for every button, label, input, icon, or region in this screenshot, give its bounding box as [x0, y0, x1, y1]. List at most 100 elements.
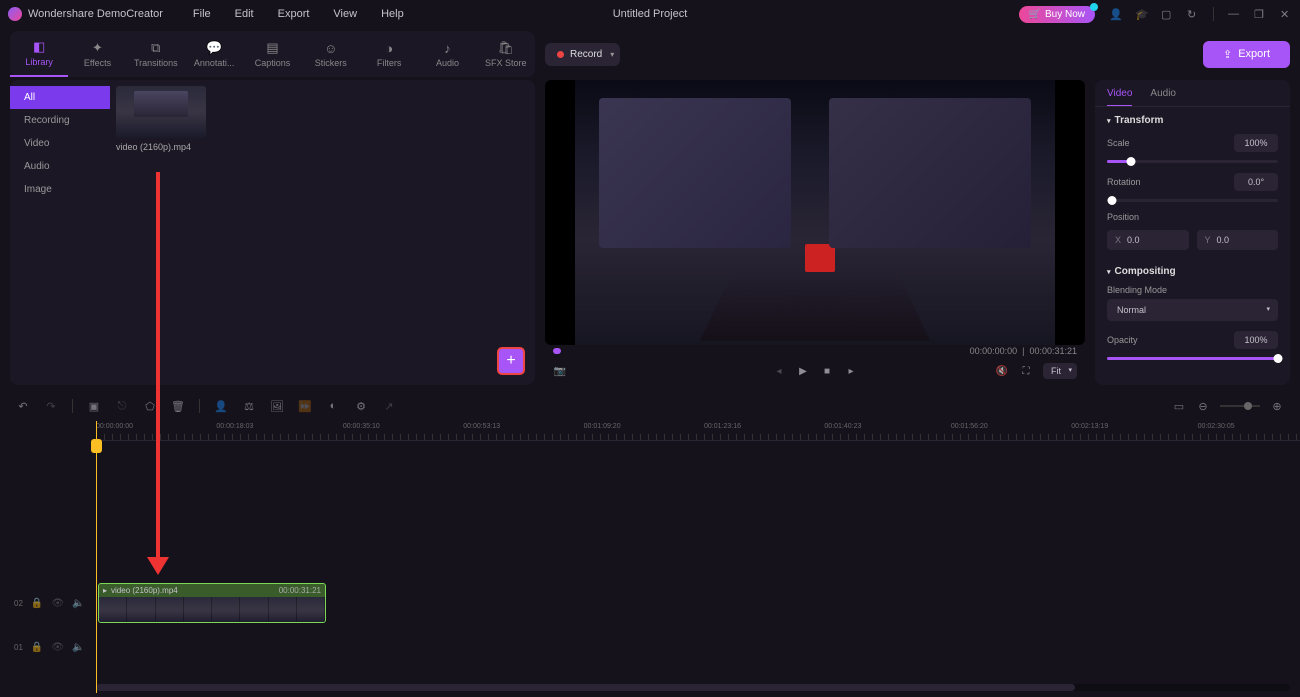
- sfxstore-icon: 🛍: [498, 40, 515, 56]
- prev-frame-icon[interactable]: ◂: [772, 364, 786, 378]
- inspector-tab-audio[interactable]: Audio: [1150, 88, 1176, 106]
- redo-icon[interactable]: ↷: [44, 400, 58, 413]
- lib-cat-recording[interactable]: Recording: [10, 109, 110, 132]
- visibility-icon[interactable]: 👁: [51, 642, 64, 653]
- menu-help[interactable]: Help: [381, 8, 404, 20]
- rotation-slider[interactable]: [1107, 199, 1278, 202]
- lock-icon[interactable]: 🔒: [31, 642, 43, 653]
- transform-header[interactable]: Transform: [1107, 115, 1278, 126]
- track-row-02: 02 🔒 👁 🔈 ▸ video (2160p).mp4 00:00:31:21: [0, 581, 1300, 625]
- zoom-slider[interactable]: [1220, 405, 1260, 407]
- tab-sfxstore[interactable]: 🛍SFX Store: [477, 31, 535, 77]
- lock-icon[interactable]: 🔒: [31, 598, 43, 609]
- menu-edit[interactable]: Edit: [235, 8, 254, 20]
- lib-cat-all[interactable]: All: [10, 86, 110, 109]
- play-icon[interactable]: ▶: [796, 364, 810, 378]
- maximize-icon[interactable]: ❐: [1254, 8, 1266, 20]
- track-body[interactable]: ▸ video (2160p).mp4 00:00:31:21: [96, 581, 1300, 625]
- scale-value[interactable]: 100%: [1234, 134, 1278, 152]
- tab-captions[interactable]: ▤Captions: [243, 31, 301, 77]
- menu-export[interactable]: Export: [278, 8, 310, 20]
- playhead[interactable]: [96, 421, 97, 693]
- zoom-out-icon[interactable]: ⊖: [1196, 400, 1210, 413]
- snapshot-icon[interactable]: 📷: [553, 364, 567, 378]
- ruler-mark: 00:01:40:23: [824, 423, 861, 430]
- lib-cat-image[interactable]: Image: [10, 178, 110, 201]
- adjust-icon[interactable]: ⚙: [354, 400, 368, 413]
- blend-mode-select[interactable]: Normal: [1107, 299, 1278, 321]
- track-body[interactable]: [96, 625, 1300, 669]
- account-icon[interactable]: 👤: [1109, 8, 1121, 20]
- stop-icon[interactable]: ■: [820, 364, 834, 378]
- voice-icon[interactable]: ⚖: [242, 400, 256, 413]
- split-icon[interactable]: ⎋: [115, 400, 129, 413]
- menu-view[interactable]: View: [333, 8, 357, 20]
- tab-filters[interactable]: ◑Filters: [360, 31, 418, 77]
- position-y-input[interactable]: Y0.0: [1197, 230, 1279, 250]
- fit-timeline-icon[interactable]: ▭: [1172, 400, 1186, 413]
- pan-zoom-icon[interactable]: 🖼: [270, 400, 284, 413]
- ruler-mark: 00:00:00:00: [96, 423, 133, 430]
- next-frame-icon[interactable]: ▸: [844, 364, 858, 378]
- opacity-slider[interactable]: [1107, 357, 1278, 360]
- lib-cat-audio[interactable]: Audio: [10, 155, 110, 178]
- save-icon[interactable]: ▢: [1161, 8, 1173, 20]
- scrollbar-thumb[interactable]: [96, 684, 1075, 691]
- speed-icon[interactable]: ⏩: [298, 400, 312, 413]
- denoise-icon[interactable]: 👤: [214, 400, 228, 413]
- tab-audio[interactable]: ♪Audio: [418, 31, 476, 77]
- scrub-handle[interactable]: [553, 348, 561, 354]
- tab-annotations[interactable]: 💬Annotati...: [185, 31, 243, 77]
- record-button[interactable]: Record: [545, 43, 620, 66]
- marker-icon[interactable]: ⬠: [143, 400, 157, 413]
- export-button[interactable]: ⇪ Export: [1203, 41, 1290, 68]
- timeline: 00:00:00:00 00:00:18:03 00:00:35:10 00:0…: [0, 421, 1300, 693]
- mute-track-icon[interactable]: 🔈: [72, 642, 84, 653]
- crop-icon[interactable]: ▣: [87, 400, 101, 413]
- tab-library[interactable]: ◧Library: [10, 31, 68, 77]
- zoom-in-icon[interactable]: ⊕: [1270, 400, 1284, 413]
- ruler-ticks: [96, 434, 1300, 440]
- rotation-value[interactable]: 0.0°: [1234, 173, 1278, 191]
- separator: [72, 399, 73, 413]
- cursor-icon[interactable]: ↗: [382, 400, 396, 413]
- green-screen-icon[interactable]: ◐: [326, 400, 340, 412]
- fullscreen-icon[interactable]: ⛶: [1019, 364, 1033, 378]
- scrub-bar[interactable]: 00:00:00:00 | 00:00:31:21: [545, 345, 1085, 357]
- position-x-input[interactable]: X0.0: [1107, 230, 1189, 250]
- resource-tabs: ◧Library ✦Effects ⧉Transitions 💬Annotati…: [10, 31, 535, 77]
- visibility-icon[interactable]: 👁: [51, 598, 64, 609]
- ruler-mark: 00:02:13:19: [1071, 423, 1108, 430]
- project-title: Untitled Project: [613, 8, 688, 20]
- titlebar: Wondershare DemoCreator File Edit Export…: [0, 0, 1300, 28]
- tab-effects[interactable]: ✦Effects: [68, 31, 126, 77]
- history-icon[interactable]: ↻: [1187, 8, 1199, 20]
- timeline-clip[interactable]: ▸ video (2160p).mp4 00:00:31:21: [98, 583, 326, 623]
- tab-stickers[interactable]: ☺Stickers: [302, 31, 360, 77]
- track-spacer: [96, 441, 1300, 581]
- fit-select[interactable]: Fit: [1043, 363, 1077, 379]
- track-row-01: 01 🔒 👁 🔈: [0, 625, 1300, 669]
- add-media-button[interactable]: +: [497, 347, 525, 375]
- inspector-tab-video[interactable]: Video: [1107, 88, 1132, 106]
- stickers-icon: ☺: [324, 41, 337, 56]
- menu-file[interactable]: File: [193, 8, 211, 20]
- tab-transitions[interactable]: ⧉Transitions: [127, 31, 185, 77]
- timeline-scrollbar[interactable]: [96, 684, 1290, 691]
- opacity-value[interactable]: 100%: [1234, 331, 1278, 349]
- mute-track-icon[interactable]: 🔈: [72, 598, 84, 609]
- timeline-ruler[interactable]: 00:00:00:00 00:00:18:03 00:00:35:10 00:0…: [96, 421, 1300, 441]
- lib-cat-video[interactable]: Video: [10, 132, 110, 155]
- preview-viewport[interactable]: [545, 80, 1085, 345]
- learn-icon[interactable]: 🎓: [1135, 8, 1147, 20]
- buy-now-button[interactable]: 🛒 Buy Now: [1019, 6, 1095, 23]
- minimize-icon[interactable]: —: [1228, 8, 1240, 20]
- scale-label: Scale: [1107, 138, 1234, 148]
- scale-slider[interactable]: [1107, 160, 1278, 163]
- mute-icon[interactable]: 🔇: [995, 364, 1009, 378]
- close-icon[interactable]: ✕: [1280, 8, 1292, 20]
- delete-icon[interactable]: 🗑: [171, 400, 185, 413]
- compositing-header[interactable]: Compositing: [1107, 266, 1278, 277]
- media-item[interactable]: video (2160p).mp4: [116, 86, 206, 152]
- undo-icon[interactable]: ↶: [16, 400, 30, 413]
